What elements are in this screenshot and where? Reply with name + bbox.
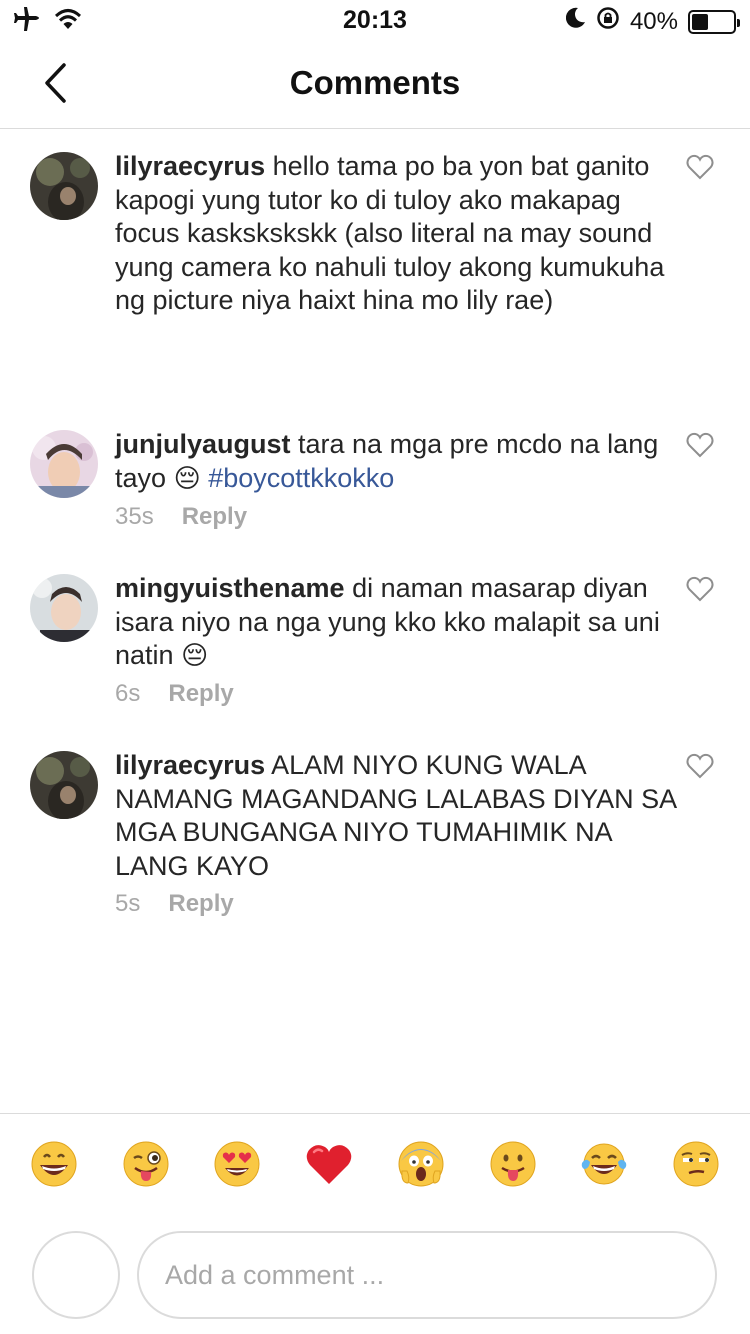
emoji-bar [0, 1140, 750, 1200]
comment-time: 6s [115, 680, 141, 707]
comment-text: lilyraecyrus ALAM NIYO KUNG WALA NAMANG … [115, 749, 680, 883]
avatar[interactable] [30, 574, 98, 642]
comment-username[interactable]: lilyraecyrus [115, 750, 265, 780]
rotation-lock-icon [596, 6, 620, 37]
reply-button[interactable]: Reply [168, 890, 233, 918]
comment-meta: 6s Reply [115, 680, 234, 708]
screaming-emoji-button[interactable] [397, 1140, 445, 1188]
battery-fill [692, 13, 708, 30]
battery-percent: 40% [629, 7, 678, 35]
battery-icon [688, 9, 740, 34]
status-right: 40% [565, 6, 740, 37]
winking-tongue-emoji-button[interactable] [122, 1140, 170, 1188]
comment-text: mingyuisthename di naman masarap diyan i… [115, 572, 680, 674]
winking-tongue-emoji-icon [123, 1141, 169, 1187]
heart-eyes-emoji-button[interactable] [213, 1140, 261, 1188]
unamused-emoji-icon [673, 1141, 719, 1187]
red-heart-emoji-icon [306, 1145, 352, 1184]
comment-text: junjulyaugust tara na mga pre mcdo na la… [115, 428, 680, 496]
reply-button[interactable]: Reply [168, 680, 233, 708]
tongue-out-emoji-button[interactable] [489, 1140, 537, 1188]
tongue-out-emoji-icon [490, 1141, 536, 1187]
tears-of-joy-emoji-button[interactable] [580, 1140, 628, 1188]
header: Comments [0, 40, 750, 129]
heart-icon[interactable] [686, 753, 714, 779]
heart-icon[interactable] [686, 576, 714, 602]
red-heart-emoji-button[interactable] [305, 1140, 353, 1188]
grinning-emoji-icon [31, 1141, 77, 1187]
comment-meta: 5s Reply [115, 890, 234, 918]
comment-text: lilyraecyrus hello tama po ba yon bat ga… [115, 150, 680, 318]
pensive-emoji: 😔 [181, 641, 209, 671]
battery-nub [737, 18, 740, 27]
hashtag-link[interactable]: #boycottkkokko [208, 463, 394, 493]
avatar[interactable] [30, 751, 98, 819]
comment-time: 5s [115, 890, 141, 917]
unamused-emoji-button[interactable] [672, 1140, 720, 1188]
heart-icon[interactable] [686, 154, 714, 180]
heart-eyes-emoji-icon [214, 1141, 260, 1187]
comment-username[interactable]: mingyuisthename [115, 573, 345, 603]
comment-meta: 35s Reply [115, 503, 247, 531]
heart-icon[interactable] [686, 432, 714, 458]
tears-of-joy-emoji-icon [581, 1143, 627, 1185]
moon-icon [565, 7, 586, 36]
comment-input[interactable] [137, 1231, 717, 1319]
screaming-emoji-icon [398, 1141, 444, 1187]
reply-button[interactable]: Reply [182, 503, 247, 531]
comment-username[interactable]: junjulyaugust [115, 429, 291, 459]
avatar[interactable] [30, 152, 98, 220]
divider [0, 1113, 750, 1114]
grinning-emoji-button[interactable] [30, 1140, 78, 1188]
avatar[interactable] [30, 430, 98, 498]
comment-time: 35s [115, 503, 154, 530]
composer-avatar [32, 1231, 120, 1319]
pensive-emoji: 😔 [173, 463, 201, 494]
status-bar: 20:13 40% [0, 0, 750, 40]
comment-username[interactable]: lilyraecyrus [115, 151, 265, 181]
page-title: Comments [289, 64, 461, 101]
